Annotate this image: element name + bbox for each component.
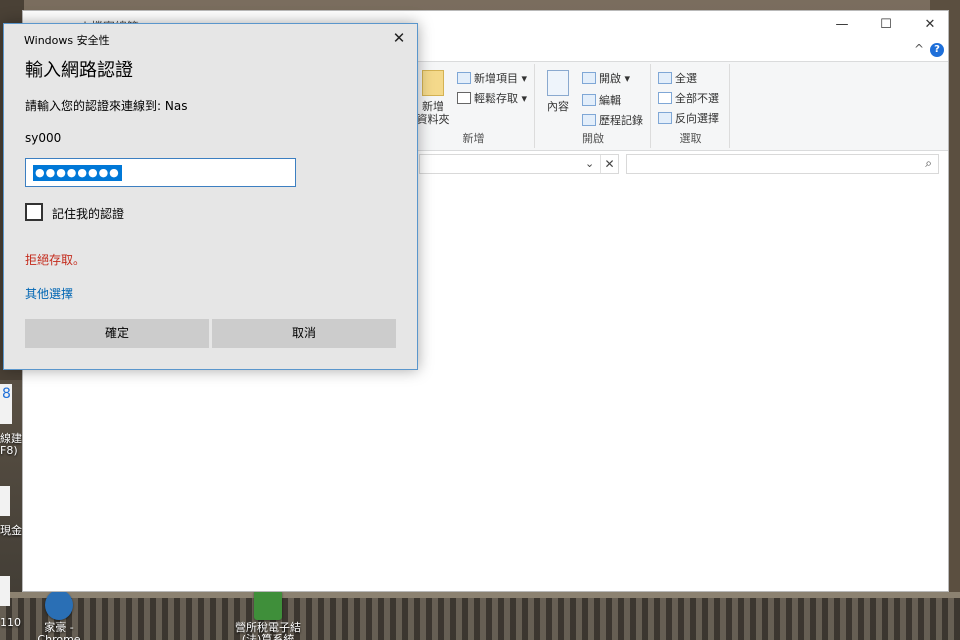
ribbon-group-open: 內容 開啟 ▾ 編輯 歷程記錄 開啟 — [536, 64, 651, 148]
history-icon — [582, 114, 596, 126]
ok-button[interactable]: 確定 — [25, 319, 209, 348]
new-item-label: 新增項目 ▾ — [474, 72, 528, 85]
properties-icon — [547, 70, 569, 96]
desktop-icon-label: 家豪 - Chrome — [37, 621, 81, 640]
invert-selection-label: 反向選擇 — [675, 112, 719, 125]
search-input[interactable]: ⌕ — [626, 154, 939, 174]
windows-security-dialog: Windows 安全性 ✕ 輸入網路認證 請輸入您的認證來連線到: Nas sy… — [3, 23, 418, 370]
select-all-button[interactable]: 全選 — [658, 70, 697, 86]
invert-selection-icon — [658, 112, 672, 124]
search-icon: ⌕ — [925, 156, 932, 170]
maximize-button[interactable]: ☐ — [864, 15, 908, 37]
ribbon-group-new: 新增 資料夾 新增項目 ▾ 輕鬆存取 ▾ 新增 — [413, 64, 535, 148]
left-strip-text-5: 110 — [0, 616, 21, 629]
dialog-heading: 輸入網路認證 — [25, 60, 133, 81]
new-folder-icon — [422, 70, 444, 96]
new-folder-button[interactable]: 新增 資料夾 — [415, 70, 451, 126]
desktop-icon-chrome-profile[interactable]: 家豪 - Chrome — [26, 590, 92, 640]
help-icon[interactable]: ? — [930, 43, 944, 57]
desktop-icon-label: 營所稅電子結 (法)算系統 — [235, 621, 301, 640]
select-none-label: 全部不選 — [675, 92, 719, 105]
dialog-caption: Windows 安全性 — [24, 34, 110, 47]
select-none-icon — [658, 92, 672, 104]
ribbon-group-select-label: 選取 — [679, 132, 702, 145]
edit-label: 編輯 — [599, 94, 621, 107]
easy-access-button[interactable]: 輕鬆存取 ▾ — [457, 90, 527, 106]
password-selected-text: ●●●●●●●● — [33, 165, 122, 181]
properties-button[interactable]: 內容 — [542, 70, 574, 113]
access-denied-message: 拒絕存取。 — [25, 253, 86, 267]
left-strip-text-3: F8) — [0, 444, 18, 457]
properties-label: 內容 — [547, 100, 569, 113]
remember-credentials-checkbox[interactable] — [25, 203, 43, 221]
close-button[interactable]: ✕ — [908, 15, 952, 37]
edit-icon — [582, 94, 596, 106]
more-choices-link[interactable]: 其他選擇 — [25, 285, 73, 302]
select-all-icon — [658, 72, 672, 84]
select-none-button[interactable]: 全部不選 — [658, 90, 719, 106]
left-strip-text-4: 現金 — [0, 524, 22, 537]
open-icon — [582, 72, 596, 84]
chevron-down-icon[interactable]: ⌄ — [585, 157, 594, 170]
ribbon-group-new-label: 新增 — [462, 132, 485, 145]
ribbon-group-open-label: 開啟 — [582, 132, 604, 145]
new-item-icon — [457, 72, 471, 84]
dialog-close-button[interactable]: ✕ — [386, 27, 412, 49]
select-all-label: 全選 — [675, 72, 697, 85]
invert-selection-button[interactable]: 反向選擇 — [658, 110, 719, 126]
history-button[interactable]: 歷程記錄 — [582, 112, 643, 128]
cancel-button[interactable]: 取消 — [212, 319, 396, 348]
open-label: 開啟 ▾ — [599, 72, 631, 85]
address-clear-button[interactable]: ✕ — [600, 155, 618, 173]
open-button[interactable]: 開啟 ▾ — [582, 70, 630, 86]
minimize-button[interactable]: — — [820, 15, 864, 37]
ribbon-group-select: 全選 全部不選 反向選擇 選取 — [652, 64, 730, 148]
chrome-profile-icon — [45, 590, 73, 620]
new-item-button[interactable]: 新增項目 ▾ — [457, 70, 527, 86]
desktop-wallpaper-rail — [0, 592, 960, 598]
tax-app-icon — [254, 590, 282, 620]
password-field[interactable]: ●●●●●●●● — [25, 158, 296, 187]
desktop-icon-tax-system[interactable]: 營所稅電子結 (法)算系統 — [232, 590, 304, 640]
edit-button[interactable]: 編輯 — [582, 92, 621, 108]
history-label: 歷程記錄 — [599, 114, 643, 127]
desktop-wallpaper-balustrade — [0, 592, 960, 640]
ribbon-collapse-icon[interactable]: ^ — [914, 42, 924, 56]
easy-access-label: 輕鬆存取 ▾ — [474, 92, 528, 105]
new-folder-label: 新增 資料夾 — [416, 100, 450, 126]
remember-credentials-label: 記住我的認證 — [52, 207, 125, 221]
dialog-username: sy000 — [25, 131, 62, 145]
left-strip-text-1: 8 — [2, 386, 11, 402]
dialog-prompt: 請輸入您的認證來連線到: Nas — [25, 99, 188, 113]
easy-access-icon — [457, 92, 471, 104]
